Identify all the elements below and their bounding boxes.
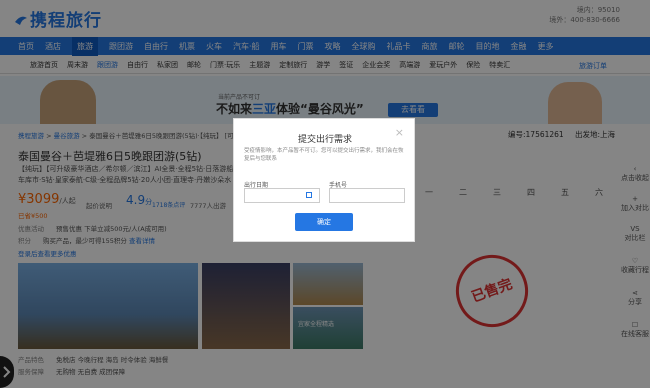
close-icon[interactable]: × [395, 126, 404, 139]
travel-request-dialog: 提交出行需求 × 受疫情影响，本产品暂不可订。您可以提交出行需求，我们会在恢复后… [233, 118, 415, 242]
dialog-note: 受疫情影响，本产品暂不可订。您可以提交出行需求，我们会在恢复后与您联系 [244, 148, 404, 162]
phone-input[interactable] [329, 188, 405, 203]
calendar-icon[interactable] [306, 192, 312, 198]
dialog-title: 提交出行需求 [297, 135, 352, 145]
confirm-button[interactable]: 确定 [295, 213, 353, 231]
